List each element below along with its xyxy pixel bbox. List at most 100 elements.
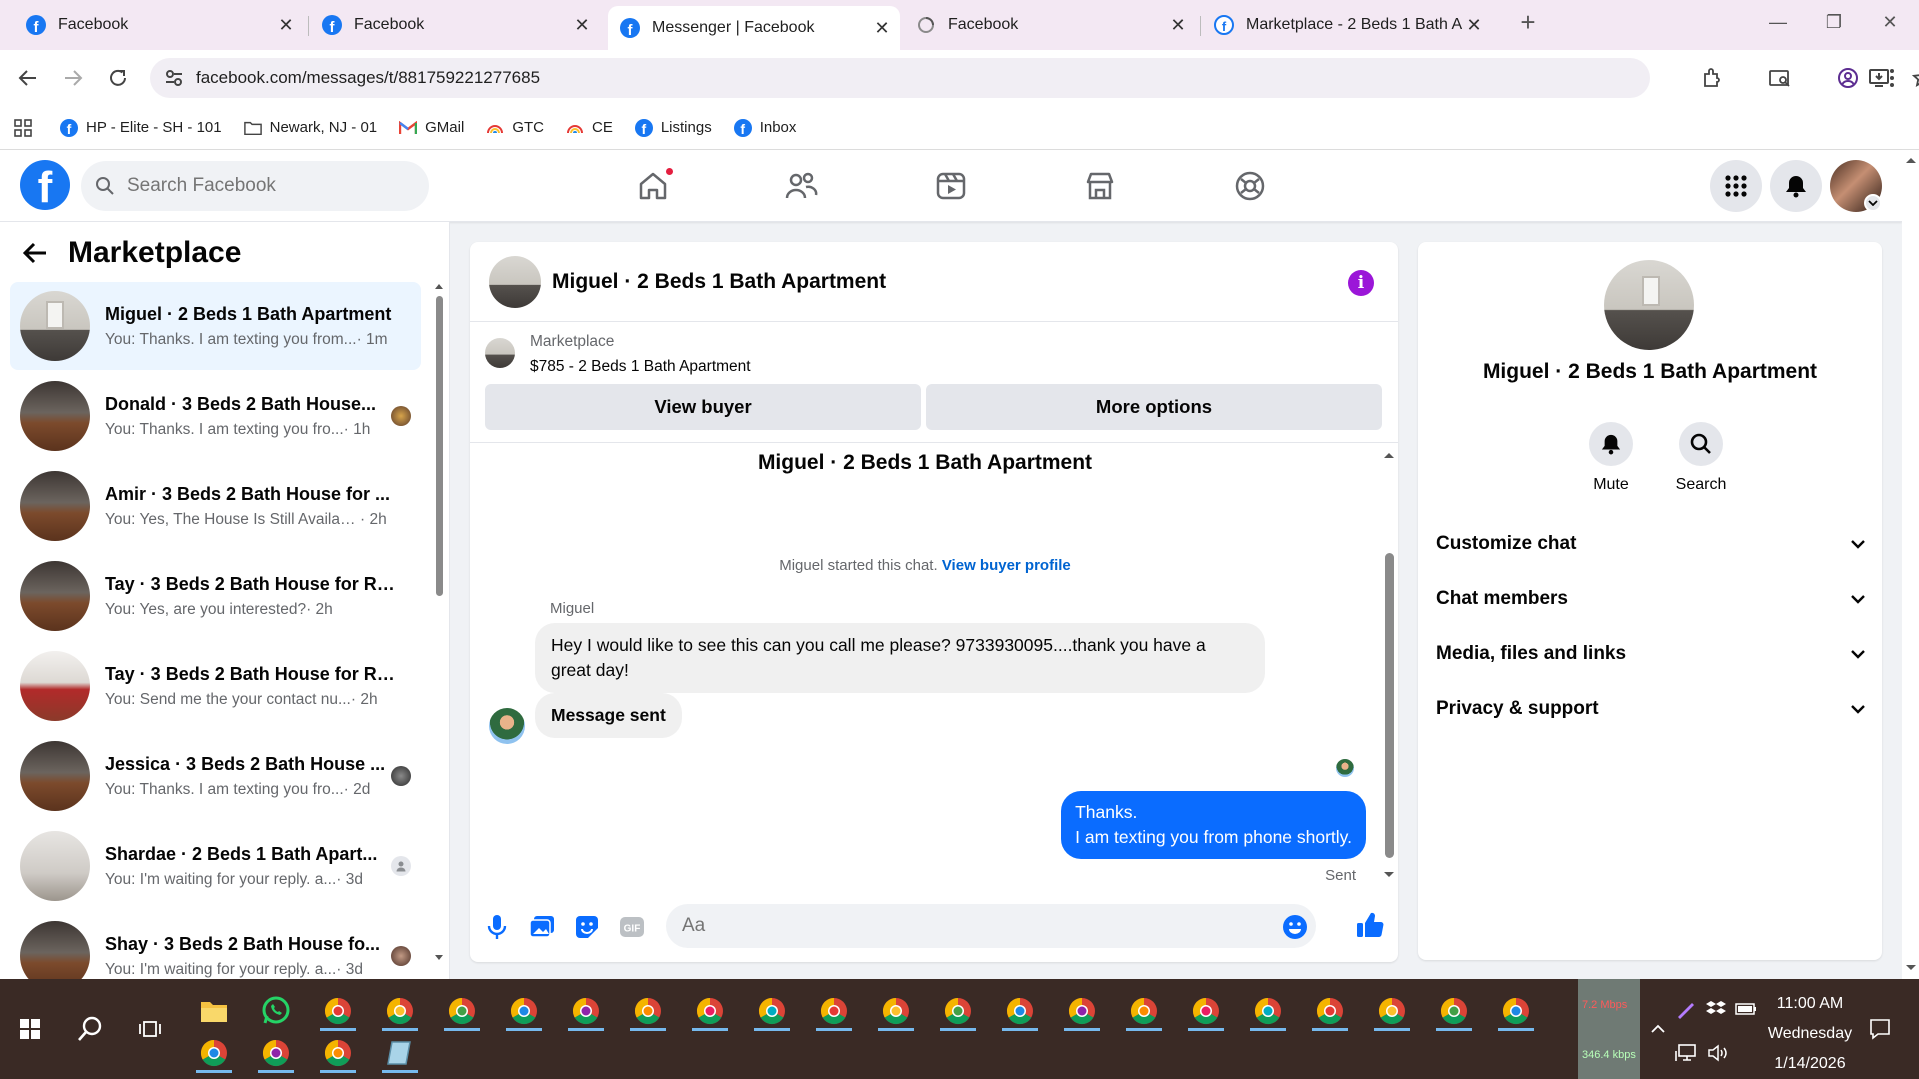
chevron-down-icon[interactable] (1864, 194, 1882, 212)
minimize-button[interactable]: — (1750, 0, 1806, 44)
forward-button[interactable] (55, 60, 91, 96)
tab-search-icon[interactable] (1762, 60, 1798, 96)
windows-start-icon[interactable] (8, 1007, 52, 1051)
gif-icon[interactable]: GIF (617, 912, 647, 942)
bookmark-item[interactable]: GTC (486, 119, 544, 137)
conversation-item[interactable]: Amir · 3 Beds 2 Bath House for ... You: … (10, 462, 421, 550)
chat-title[interactable]: Miguel · 2 Beds 1 Bath Apartment (552, 270, 886, 294)
browser-tab[interactable]: f Facebook ✕ (310, 8, 600, 42)
bookmark-item[interactable]: CE (566, 119, 613, 137)
search-action[interactable]: Search (1661, 422, 1741, 494)
chrome-icon[interactable] (1308, 989, 1352, 1033)
message-input[interactable] (682, 915, 1262, 937)
chrome-icon[interactable] (1060, 989, 1104, 1033)
listing-price-title[interactable]: $785 - 2 Beds 1 Bath Apartment (530, 358, 751, 376)
chrome-icon[interactable] (502, 989, 546, 1033)
search-icon[interactable] (68, 1007, 112, 1051)
site-settings-icon[interactable] (164, 68, 184, 88)
sender-avatar[interactable] (489, 708, 525, 744)
bookmark-item[interactable]: Newark, NJ - 01 (243, 119, 377, 137)
volume-icon[interactable] (1696, 1031, 1740, 1075)
chrome-icon[interactable] (688, 989, 732, 1033)
chrome-icon[interactable] (254, 1031, 298, 1075)
nav-marketplace[interactable] (1070, 162, 1130, 210)
sidebar-scrollbar[interactable] (434, 282, 444, 962)
chrome-icon[interactable] (1370, 989, 1414, 1033)
file-explorer-icon[interactable] (192, 989, 236, 1033)
listing-avatar[interactable] (1604, 260, 1694, 350)
close-window-button[interactable]: ✕ (1862, 0, 1918, 44)
conversation-item[interactable]: Donald · 3 Beds 2 Bath House... You: Tha… (10, 372, 421, 460)
search-input[interactable] (127, 175, 407, 197)
browser-tab[interactable]: f Facebook ✕ (14, 8, 304, 42)
microphone-icon[interactable] (482, 912, 512, 942)
thumbs-up-icon[interactable] (1355, 910, 1385, 940)
bookmark-item[interactable]: f Listings (634, 118, 712, 137)
conversation-item[interactable]: Tay · 3 Beds 2 Bath House for Re... You:… (10, 642, 421, 730)
conversation-item[interactable]: Tay · 3 Beds 2 Bath House for Re... You:… (10, 552, 421, 640)
chrome-icon[interactable] (192, 1031, 236, 1075)
omnibox[interactable]: facebook.com/messages/t/881759221277685 (150, 58, 1919, 98)
sticker-icon[interactable] (572, 912, 602, 942)
nav-friends[interactable] (771, 162, 831, 210)
chrome-icon[interactable] (316, 1031, 360, 1075)
close-icon[interactable]: ✕ (1462, 13, 1486, 37)
facebook-logo[interactable]: f (20, 160, 70, 210)
chrome-icon[interactable] (440, 989, 484, 1033)
mute-action[interactable]: Mute (1571, 422, 1651, 494)
notepad-icon[interactable] (378, 1031, 422, 1075)
chrome-icon[interactable] (998, 989, 1042, 1033)
media-files-links-section[interactable]: Media, files and links (1436, 634, 1866, 674)
incoming-message[interactable]: Message sent (535, 693, 682, 738)
bookmark-star-icon[interactable] (1912, 68, 1919, 88)
chrome-icon[interactable] (936, 989, 980, 1033)
close-icon[interactable]: ✕ (570, 13, 594, 37)
view-buyer-button[interactable]: View buyer (485, 384, 921, 430)
conversation-item[interactable]: Miguel · 2 Beds 1 Bath Apartment You: Th… (10, 282, 421, 370)
close-icon[interactable]: ✕ (274, 13, 298, 37)
outgoing-message[interactable]: Thanks. I am texting you from phone shor… (1061, 791, 1366, 859)
chrome-icon[interactable] (1432, 989, 1476, 1033)
view-buyer-profile-link[interactable]: View buyer profile (942, 557, 1071, 574)
close-icon[interactable]: ✕ (1166, 13, 1190, 37)
bookmark-item[interactable]: GMail (399, 119, 464, 137)
info-icon[interactable]: i (1348, 270, 1374, 296)
reload-button[interactable] (100, 60, 136, 96)
apps-grid-icon[interactable] (14, 118, 32, 137)
customize-chat-section[interactable]: Customize chat (1436, 524, 1866, 564)
chrome-icon[interactable] (812, 989, 856, 1033)
extensions-icon[interactable] (1694, 60, 1730, 96)
nav-gaming[interactable] (1220, 162, 1280, 210)
back-arrow-icon[interactable] (22, 241, 48, 265)
action-center-icon[interactable] (1858, 1007, 1902, 1051)
conversation-item[interactable]: Jessica · 3 Beds 2 Bath House ... You: T… (10, 732, 421, 820)
profile-icon[interactable] (1830, 60, 1866, 96)
system-clock[interactable]: 11:00 AM Wednesday 1/14/2026 (1760, 989, 1860, 1079)
nav-home[interactable] (623, 162, 683, 210)
browser-tab[interactable]: f Marketplace - 2 Beds 1 Bath Ap ✕ (1202, 8, 1492, 42)
chat-members-section[interactable]: Chat members (1436, 579, 1866, 619)
conversation-item[interactable]: Shay · 3 Beds 2 Bath House fo... You: I'… (10, 912, 421, 979)
chrome-icon[interactable] (316, 989, 360, 1033)
bookmark-item[interactable]: f Inbox (733, 118, 796, 137)
chrome-icon[interactable] (1122, 989, 1166, 1033)
chrome-icon[interactable] (750, 989, 794, 1033)
restore-button[interactable]: ❐ (1806, 0, 1862, 44)
incoming-message[interactable]: Hey I would like to see this can you cal… (535, 623, 1265, 693)
browser-tab-active[interactable]: f Messenger | Facebook ✕ (608, 6, 900, 50)
whatsapp-icon[interactable] (254, 989, 298, 1033)
bookmark-item[interactable]: f HP - Elite - SH - 101 (60, 118, 222, 137)
close-icon[interactable]: ✕ (870, 16, 894, 40)
chrome-icon[interactable] (564, 989, 608, 1033)
menu-button[interactable] (1710, 160, 1762, 212)
listing-avatar[interactable] (489, 255, 541, 308)
chrome-icon[interactable] (1184, 989, 1228, 1033)
task-view-icon[interactable] (128, 1007, 172, 1051)
chrome-icon[interactable] (378, 989, 422, 1033)
chrome-icon[interactable] (1246, 989, 1290, 1033)
new-tab-button[interactable]: + (1500, 0, 1556, 44)
notifications-button[interactable] (1770, 160, 1822, 212)
thread-scrollbar[interactable] (1382, 451, 1396, 881)
page-scrollbar[interactable] (1902, 150, 1919, 979)
privacy-support-section[interactable]: Privacy & support (1436, 689, 1866, 729)
